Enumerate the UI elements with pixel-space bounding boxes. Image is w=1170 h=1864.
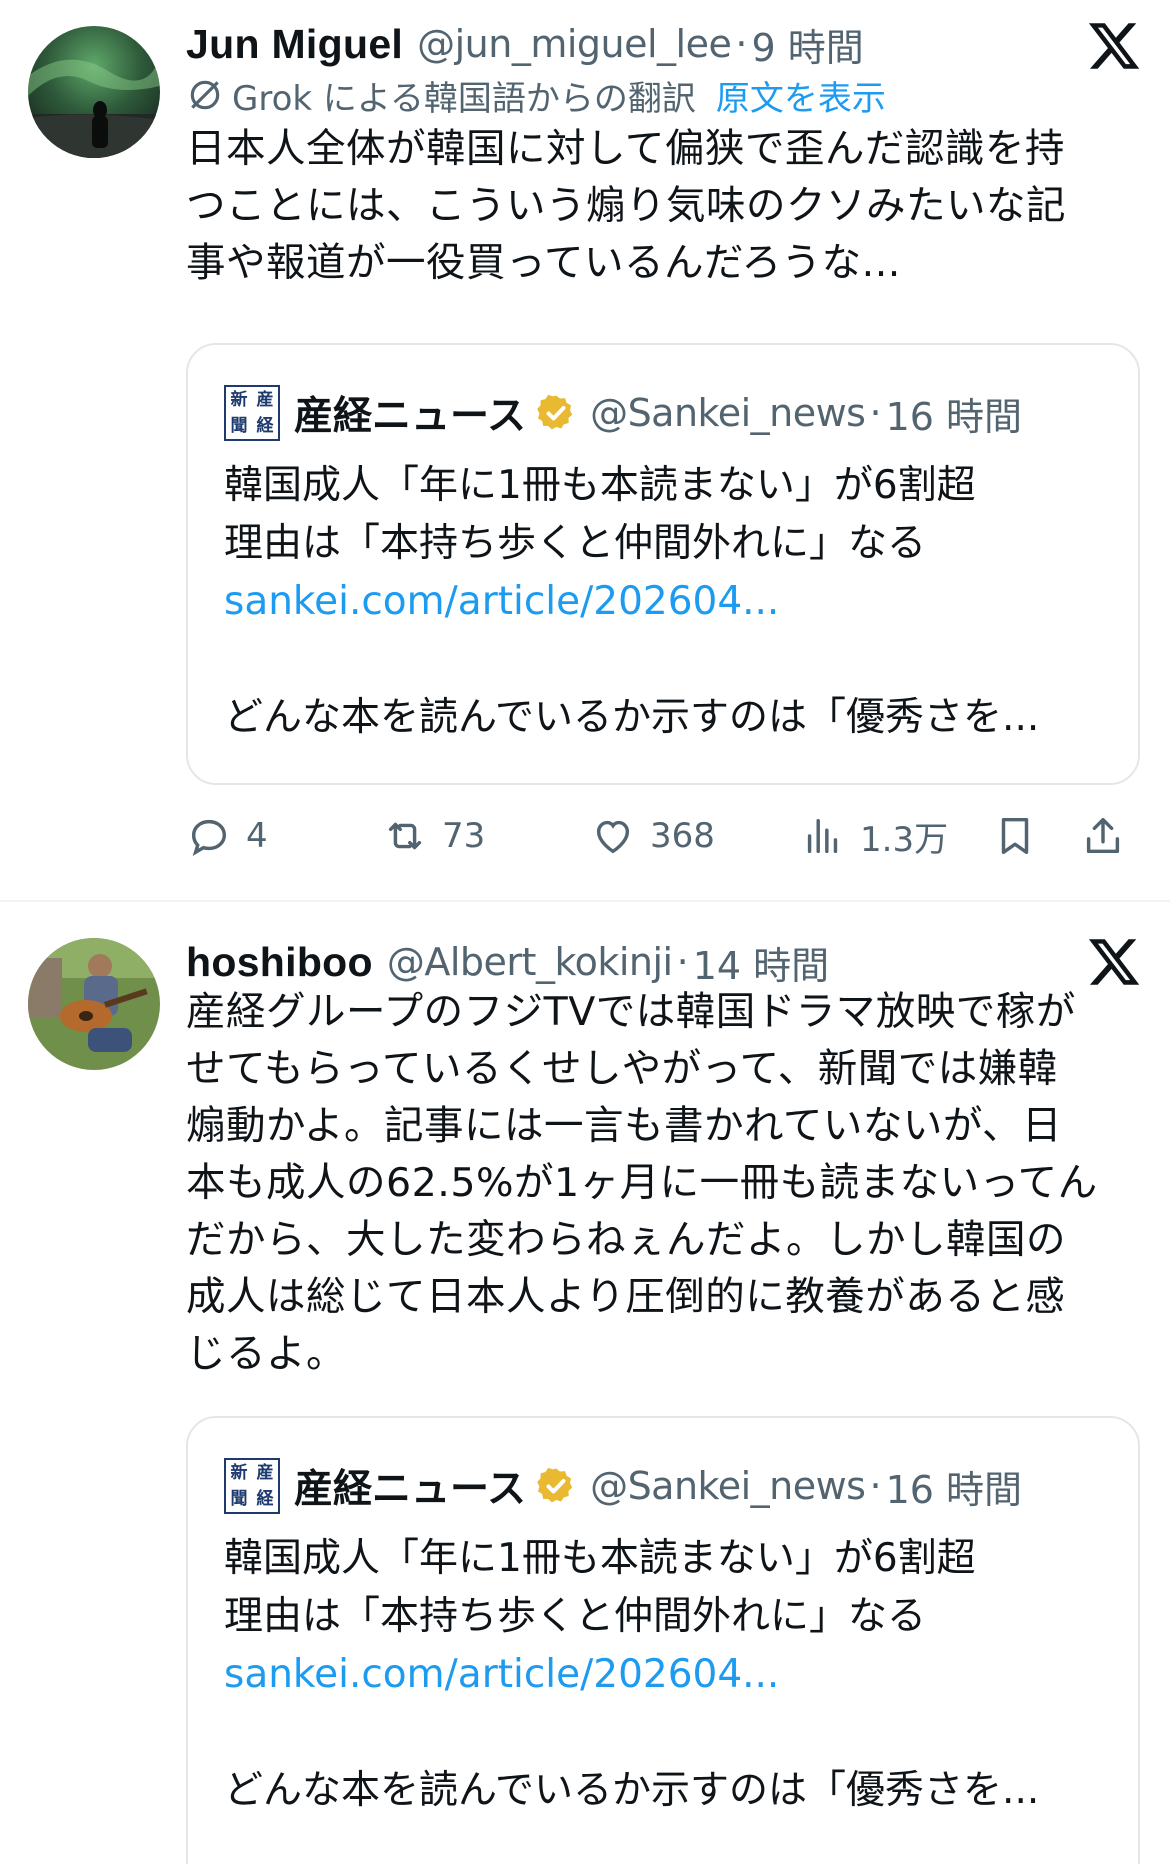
user-handle[interactable]: @Albert_kokinji: [387, 940, 673, 984]
retweet-button[interactable]: 73: [382, 806, 485, 866]
aurora-avatar-image: [28, 26, 160, 158]
x-logo-icon: [1088, 939, 1140, 985]
separator-dot: ·: [735, 22, 748, 66]
bookmark-icon: [1001, 817, 1029, 855]
reply-icon: [191, 819, 227, 856]
quoted-text-line: 韓国成人「年に1冊も本読まない」が6割超: [224, 1536, 976, 1581]
quoted-text-blank: [224, 631, 1118, 689]
guitarist-avatar-image: [28, 938, 160, 1070]
bookmark-button[interactable]: [992, 806, 1038, 866]
tweet-hoshiboo[interactable]: hoshiboo @Albert_kokinji · 14 時間 産経グループの…: [0, 904, 1170, 1864]
quoted-timestamp: 16 時間: [885, 394, 1023, 439]
logo-char: 新: [230, 389, 248, 410]
quoted-tweet-text: 韓国成人「年に1冊も本読まない」が6割超 理由は「本持ち歩くと仲間外れに」なる …: [224, 1530, 1118, 1820]
tweet-text-line: 日本人全体が韓国に対して偏狭で歪んだ認識を持: [186, 126, 1065, 172]
separator-dot: ·: [676, 940, 689, 984]
tweet-divider: [0, 900, 1170, 902]
quoted-article-link[interactable]: sankei.com/article/202604...: [224, 1646, 1118, 1704]
quoted-text-line: 理由は「本持ち歩くと仲間外れに」なる: [224, 1594, 927, 1639]
translation-label: Grok による韓国語からの翻訳: [232, 78, 696, 119]
retweet-icon: [388, 822, 422, 850]
show-original-link[interactable]: 原文を表示: [716, 71, 886, 120]
logo-char: 産: [256, 389, 274, 410]
tweet-text: 産経グループのフジTVでは韓国ドラマ放映で稼が せてもらっているくせしやがって、…: [186, 984, 1146, 1383]
translation-row: Grok による韓国語からの翻訳 原文を表示: [186, 70, 886, 120]
quoted-text-blank: [224, 1704, 1118, 1762]
timestamp[interactable]: 14 時間: [693, 935, 829, 990]
reply-button[interactable]: 4: [186, 806, 268, 866]
quoted-tweet-text: 韓国成人「年に1冊も本読まない」が6割超 理由は「本持ち歩くと仲間外れに」なる …: [224, 457, 1118, 747]
share-icon: [1086, 817, 1120, 854]
avatar[interactable]: [28, 26, 160, 158]
retweet-count: 73: [442, 816, 486, 856]
tweet-text-line: じるよ。: [186, 1331, 346, 1377]
tweet-text-line: 煽動かよ。記事には一言も書かれていないが、日: [186, 1103, 1063, 1149]
views-count: 1.3万: [860, 819, 949, 860]
timestamp[interactable]: 9 時間: [751, 17, 863, 72]
verified-badge-icon: [537, 1467, 573, 1503]
reply-count: 4: [246, 816, 268, 856]
avatar[interactable]: [28, 938, 160, 1070]
tweet-header: Jun Miguel @jun_miguel_lee · 9 時間: [186, 14, 1110, 74]
quoted-timestamp: 16 時間: [885, 1467, 1023, 1512]
quoted-article-link[interactable]: sankei.com/article/202604...: [224, 573, 1118, 631]
sankei-logo-icon: 新 産 聞 経: [224, 1458, 280, 1514]
sankei-logo-icon: 新 産 聞 経: [224, 385, 280, 441]
user-handle[interactable]: @jun_miguel_lee: [417, 22, 732, 66]
quoted-text-line: 韓国成人「年に1冊も本読まない」が6割超: [224, 463, 976, 508]
quoted-tweet-header: 新 産 聞 経 産経ニュース @Sankei_news · 16 時間: [224, 1458, 1022, 1514]
like-button[interactable]: 368: [590, 806, 715, 866]
tweet-text-line: せてもらっているくせしやがって、新聞では嫌韓: [186, 1046, 1058, 1092]
verified-badge-icon: [537, 394, 573, 430]
logo-char: 聞: [230, 415, 248, 436]
logo-char: 産: [256, 1462, 274, 1483]
logo-char: 経: [256, 415, 274, 436]
views-icon: [807, 818, 838, 854]
logo-char: 経: [256, 1488, 274, 1509]
quoted-user-handle: @Sankei_news: [590, 1464, 866, 1508]
quoted-tweet-header: 新 産 聞 経 産経ニュース @Sankei_news · 16 時間: [224, 385, 1022, 441]
tweet-text-line: つことには、こういう煽り気味のクソみたいな記: [186, 183, 1066, 229]
like-icon: [596, 820, 630, 854]
tweet-header: hoshiboo @Albert_kokinji · 14 時間: [186, 932, 1110, 992]
tweet-text-line: 事や報道が一役買っているんだろうな...: [186, 240, 901, 286]
logo-char: 新: [230, 1462, 248, 1483]
logo-char: 聞: [230, 1488, 248, 1509]
share-button[interactable]: [1080, 806, 1126, 866]
tweet-text: 日本人全体が韓国に対して偏狭で歪んだ認識を持 つことには、こういう煽り気味のクソ…: [186, 121, 1146, 292]
tweet-text-line: 産経グループのフジTVでは韓国ドラマ放映で稼が: [186, 989, 1076, 1035]
quoted-display-name: 産経ニュース: [294, 1467, 527, 1512]
display-name[interactable]: Jun Miguel: [186, 21, 403, 68]
quoted-text-line: どんな本を読んでいるか示すのは「優秀さを...: [224, 695, 1040, 740]
tweet-text-line: 成人は総じて日本人より圧倒的に教養があると感: [186, 1274, 1066, 1320]
tweet-jun-miguel[interactable]: Jun Miguel @jun_miguel_lee · 9 時間 Grok に…: [0, 0, 1170, 860]
quoted-text-line: どんな本を読んでいるか示すのは「優秀さを...: [224, 1768, 1040, 1813]
quoted-display-name: 産経ニュース: [294, 394, 527, 439]
quoted-text-line: 理由は「本持ち歩くと仲間外れに」なる: [224, 521, 927, 566]
like-count: 368: [650, 816, 715, 856]
grok-icon: [190, 80, 220, 110]
separator-dot: ·: [869, 391, 882, 435]
x-logo-icon: [1088, 23, 1140, 69]
quoted-tweet[interactable]: 新 産 聞 経 産経ニュース @Sankei_news · 16 時間 韓国成人…: [186, 1416, 1140, 1864]
views-button[interactable]: 1.3万: [800, 806, 948, 866]
tweet-text-line: だから、大した変わらねぇんだよ。しかし韓国の: [186, 1217, 1066, 1263]
quoted-tweet[interactable]: 新 産 聞 経 産経ニュース @Sankei_news · 16 時間 韓国成人…: [186, 343, 1140, 785]
separator-dot: ·: [869, 1464, 882, 1508]
action-bar: 4 73 368 1.3万: [186, 806, 1146, 866]
tweet-text-line: 本も成人の62.5%が1ヶ月に一冊も読まないってん: [186, 1160, 1098, 1206]
display-name[interactable]: hoshiboo: [186, 939, 373, 986]
quoted-user-handle: @Sankei_news: [590, 391, 866, 435]
